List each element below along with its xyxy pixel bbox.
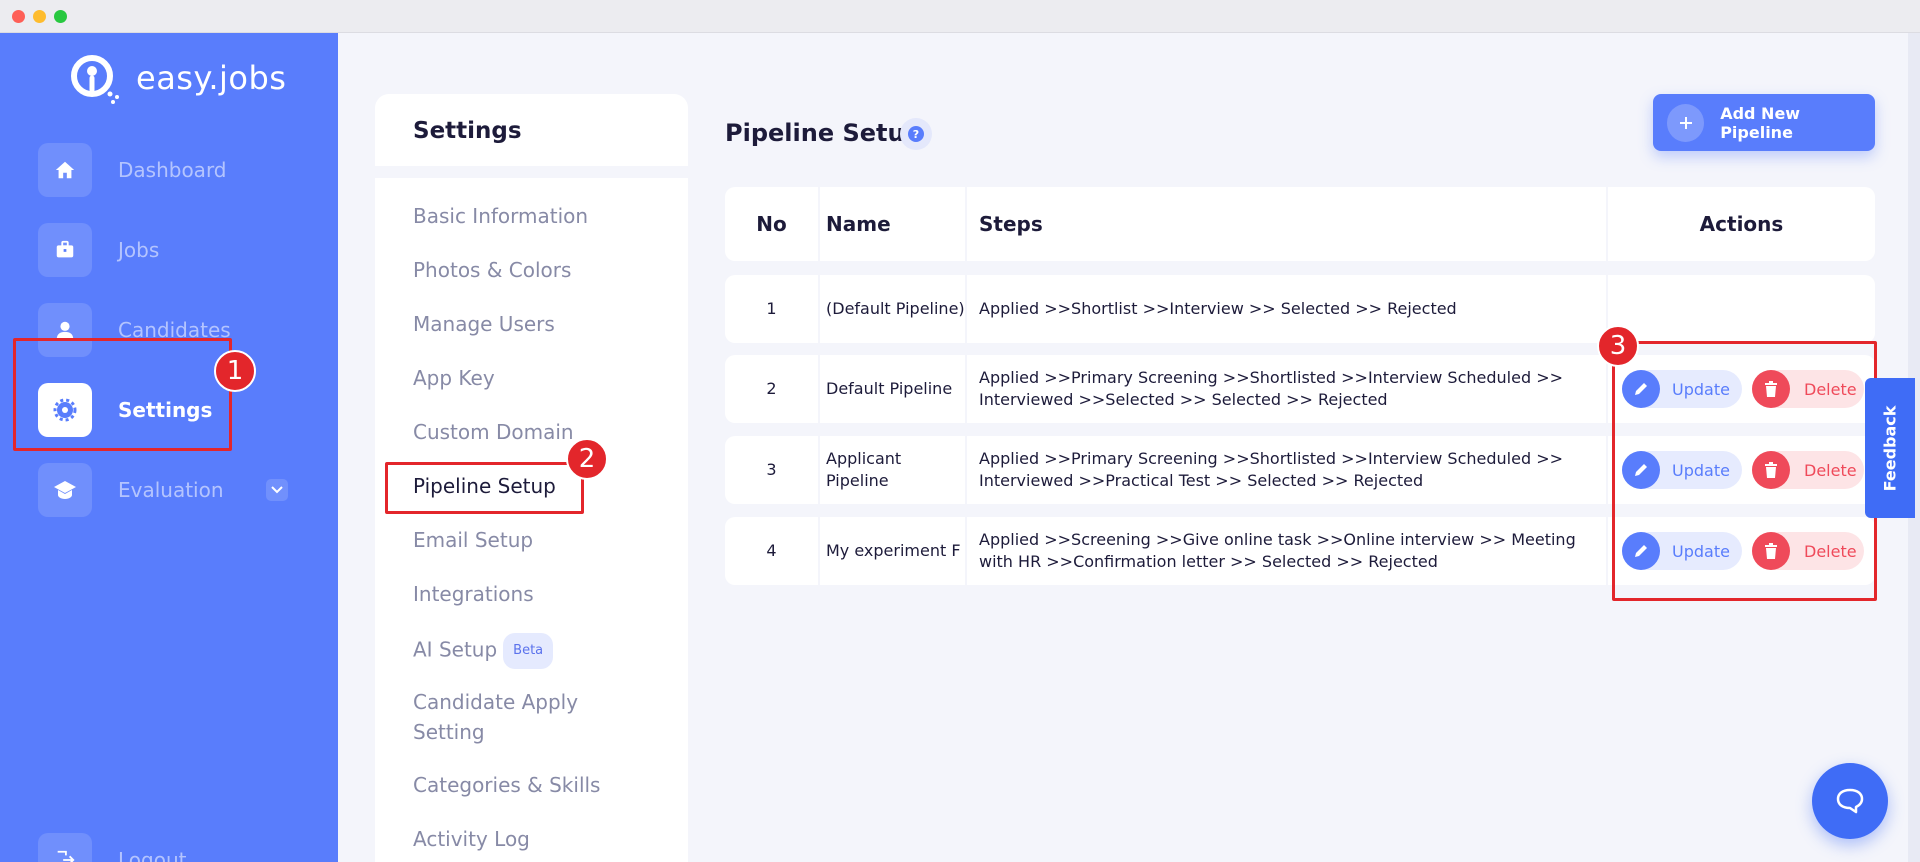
settings-header: Settings — [375, 94, 688, 166]
help-icon[interactable]: ? — [900, 118, 932, 150]
settings-item-app-key[interactable]: App Key — [413, 363, 495, 393]
logout-icon — [38, 833, 92, 862]
sidebar-item-label: Jobs — [118, 238, 160, 262]
row-no: 4 — [766, 541, 777, 560]
row-no: 3 — [766, 460, 777, 479]
sidebar-item-label: Evaluation — [118, 478, 224, 502]
logo-icon — [71, 55, 119, 104]
sidebar-item-label: Dashboard — [118, 158, 227, 182]
chevron-down-icon[interactable] — [266, 479, 288, 501]
add-new-pipeline-button[interactable]: Add New Pipeline — [1653, 94, 1875, 151]
row-name: My experiment F — [826, 541, 961, 560]
row-name: (Default Pipeline) — [826, 299, 965, 318]
sidebar-item-evaluation[interactable]: Evaluation — [38, 463, 308, 517]
row-steps: Applied >>Screening >>Give online task >… — [979, 530, 1576, 571]
settings-item-categories-skills[interactable]: Categories & Skills — [413, 770, 600, 800]
settings-item-manage-users[interactable]: Manage Users — [413, 309, 555, 339]
feedback-tab[interactable]: Feedback — [1865, 378, 1915, 518]
settings-item-activity-log[interactable]: Activity Log — [413, 824, 530, 854]
row-no: 1 — [766, 299, 777, 318]
settings-menu: Basic Information Photos & Colors Manage… — [375, 178, 688, 862]
column-header-no: No — [756, 212, 787, 236]
close-window-button[interactable] — [12, 10, 25, 23]
svg-text:?: ? — [913, 128, 919, 141]
column-header-name: Name — [826, 212, 891, 236]
settings-item-label: AI Setup — [413, 637, 498, 662]
sidebar-item-label: Logout — [118, 848, 187, 862]
row-steps: Applied >>Primary Screening >>Shortliste… — [979, 449, 1564, 490]
table-header-row: No Name Steps Actions — [725, 187, 1875, 261]
graduation-cap-icon — [38, 463, 92, 517]
add-new-pipeline-label: Add New Pipeline — [1720, 103, 1801, 142]
feedback-label: Feedback — [1880, 405, 1900, 491]
settings-item-photos-colors[interactable]: Photos & Colors — [413, 255, 571, 285]
plus-icon — [1667, 103, 1705, 142]
row-steps: Applied >>Shortlist >>Interview >> Selec… — [979, 299, 1457, 318]
logo-text: easy.jobs — [136, 59, 287, 97]
briefcase-icon — [38, 223, 92, 277]
maximize-window-button[interactable] — [54, 10, 67, 23]
table-row: 1 (Default Pipeline) Applied >>Shortlist… — [725, 275, 1875, 343]
minimize-window-button[interactable] — [33, 10, 46, 23]
settings-item-ai-setup[interactable]: AI Setup Beta — [413, 633, 554, 669]
beta-badge: Beta — [503, 633, 554, 669]
row-steps: Applied >>Primary Screening >>Shortliste… — [979, 368, 1564, 409]
row-name: Applicant Pipeline — [826, 449, 902, 490]
window-titlebar — [0, 0, 1920, 33]
row-name: Default Pipeline — [826, 379, 953, 398]
annotation-number-2: 2 — [566, 438, 608, 480]
column-header-actions: Actions — [1699, 212, 1784, 236]
page-title: Pipeline Setup — [725, 119, 922, 147]
sidebar-item-dashboard[interactable]: Dashboard — [38, 143, 308, 197]
settings-item-integrations[interactable]: Integrations — [413, 579, 534, 609]
annotation-box-3 — [1612, 341, 1877, 601]
sidebar-item-jobs[interactable]: Jobs — [38, 223, 308, 277]
annotation-box-2 — [385, 462, 584, 514]
settings-item-email-setup[interactable]: Email Setup — [413, 525, 533, 555]
settings-item-candidate-apply-setting[interactable]: Candidate Apply Setting — [413, 687, 633, 747]
column-header-steps: Steps — [979, 212, 1043, 236]
settings-title: Settings — [413, 118, 522, 144]
sidebar-item-logout[interactable]: Logout — [38, 833, 308, 862]
chat-support-button[interactable] — [1812, 763, 1888, 839]
chat-bubble-icon — [1836, 788, 1864, 814]
home-icon — [38, 143, 92, 197]
annotation-number-1: 1 — [214, 350, 256, 392]
settings-item-basic-information[interactable]: Basic Information — [413, 201, 588, 231]
row-no: 2 — [766, 379, 777, 398]
annotation-number-3: 3 — [1597, 325, 1639, 367]
settings-item-custom-domain[interactable]: Custom Domain — [413, 417, 574, 447]
app-logo[interactable]: easy.jobs — [66, 50, 286, 106]
annotation-box-1 — [13, 338, 232, 451]
